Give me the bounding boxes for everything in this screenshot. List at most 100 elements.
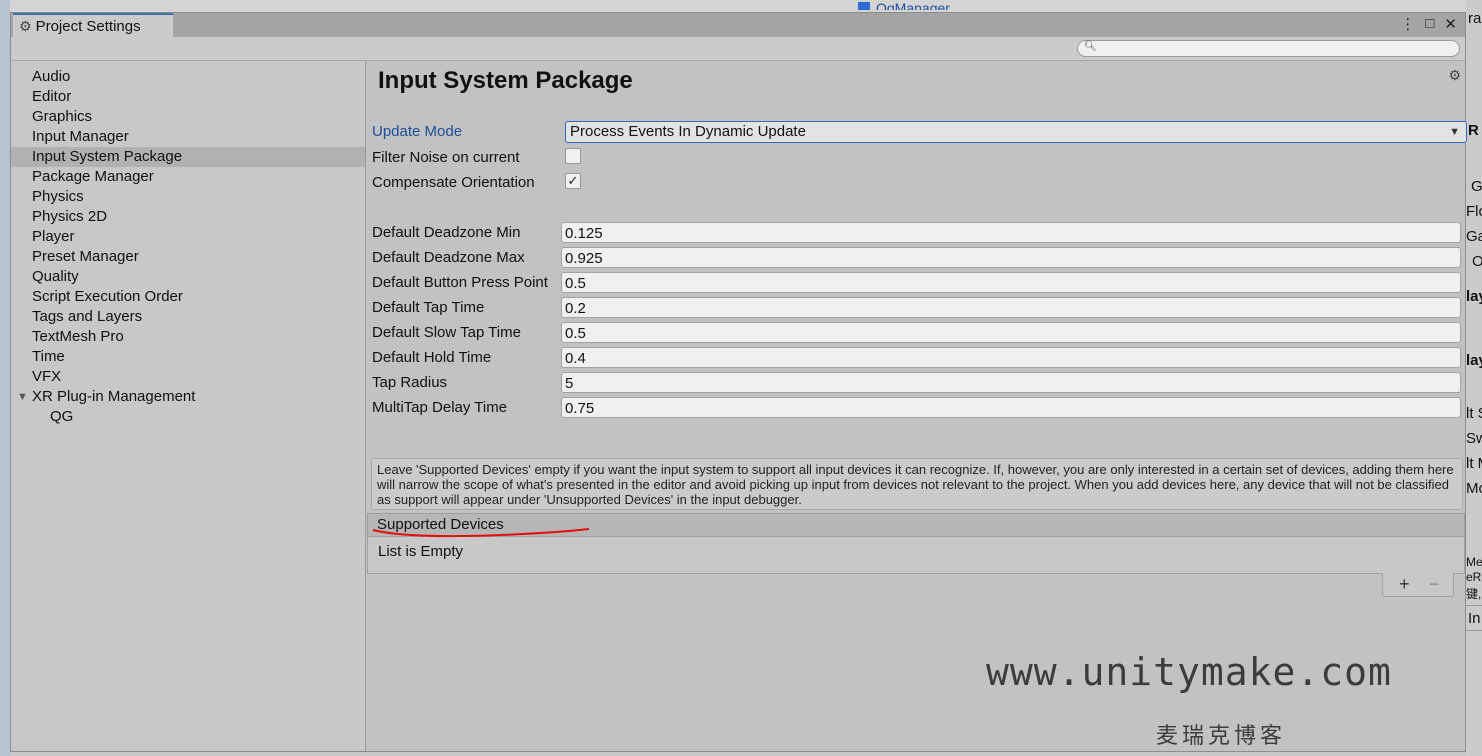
sidebar-item-label: Package Manager <box>32 168 154 185</box>
sidebar-item-script-execution-order[interactable]: Script Execution Order <box>11 287 365 307</box>
update-mode-row: Update Mode Process Events In Dynamic Up… <box>371 121 1461 143</box>
multitap-delay-row: MultiTap Delay Time 0.75 <box>371 397 1461 419</box>
compensate-orientation-label: Compensate Orientation <box>372 174 560 191</box>
more-menu-icon[interactable]: ⋮ <box>1400 15 1415 33</box>
page-title: Input System Package <box>378 67 633 95</box>
expand-triangle-icon[interactable]: ▼ <box>17 387 28 407</box>
sidebar-item-label: Player <box>32 228 75 245</box>
sidebar-item-editor[interactable]: Editor <box>11 87 365 107</box>
red-annotation-underline <box>371 527 595 541</box>
background-hierarchy: QgManager <box>820 0 1100 10</box>
compensate-orientation-row: Compensate Orientation ✓ <box>371 172 1461 194</box>
filter-noise-row: Filter Noise on current <box>371 147 1461 169</box>
toolbar: 🔍︎ <box>11 37 1465 61</box>
sidebar-item-tags-and-layers[interactable]: Tags and Layers <box>11 307 365 327</box>
sidebar-item-qg[interactable]: QG <box>11 407 365 427</box>
button-press-point-row: Default Button Press Point 0.5 <box>371 272 1461 294</box>
maximize-icon[interactable]: □ <box>1425 15 1434 33</box>
tap-time-field[interactable]: 0.2 <box>561 297 1461 318</box>
inspector-fragment: 键, <box>1466 585 1481 602</box>
sidebar-item-physics-2d[interactable]: Physics 2D <box>11 207 365 227</box>
hold-time-field[interactable]: 0.4 <box>561 347 1461 368</box>
inspector-fragment: lay <box>1466 288 1482 305</box>
update-mode-value: Process Events In Dynamic Update <box>570 123 806 140</box>
tap-radius-row: Tap Radius 5 <box>371 372 1461 394</box>
deadzone-max-field[interactable]: 0.925 <box>561 247 1461 268</box>
background-inspector: ran R I G Flo Ga O lay lay lt S Sw lt M … <box>1466 0 1482 756</box>
sidebar-item-quality[interactable]: Quality <box>11 267 365 287</box>
inspector-fragment: lt M <box>1466 455 1482 472</box>
compensate-orientation-checkbox[interactable]: ✓ <box>565 173 581 189</box>
inspector-fragment: Mo <box>1466 480 1482 497</box>
inspector-fragment: G <box>1471 178 1482 195</box>
inspector-fragment: lay <box>1466 352 1482 369</box>
sidebar-item-package-manager[interactable]: Package Manager <box>11 167 365 187</box>
sidebar-item-preset-manager[interactable]: Preset Manager <box>11 247 365 267</box>
inspector-fragment: eRe <box>1466 570 1482 584</box>
sidebar-item-label: Audio <box>32 68 70 85</box>
slow-tap-time-row: Default Slow Tap Time 0.5 <box>371 322 1461 344</box>
multitap-delay-label: MultiTap Delay Time <box>372 399 560 416</box>
dropdown-arrow-icon: ▼ <box>1449 123 1460 141</box>
sidebar-item-textmesh-pro[interactable]: TextMesh Pro <box>11 327 365 347</box>
inspector-fragment: In <box>1468 610 1481 627</box>
inspector-fragment: Ga <box>1466 228 1482 245</box>
search-input[interactable] <box>1096 42 1451 55</box>
sidebar-item-label: Time <box>32 348 65 365</box>
sidebar-item-input-manager[interactable]: Input Manager <box>11 127 365 147</box>
sidebar-item-label: Input System Package <box>32 148 182 165</box>
inspector-fragment: ran <box>1468 10 1482 27</box>
slow-tap-time-field[interactable]: 0.5 <box>561 322 1461 343</box>
search-box[interactable]: 🔍︎ <box>1077 40 1460 57</box>
hold-time-row: Default Hold Time 0.4 <box>371 347 1461 369</box>
tab-project-settings[interactable]: ⚙ Project Settings <box>13 13 173 37</box>
sidebar-item-label: Physics 2D <box>32 208 107 225</box>
slow-tap-time-label: Default Slow Tap Time <box>372 324 560 341</box>
supported-devices-help-box: Leave 'Supported Devices' empty if you w… <box>371 458 1463 510</box>
tap-time-row: Default Tap Time 0.2 <box>371 297 1461 319</box>
sidebar-item-xr-plugin-management[interactable]: ▼XR Plug-in Management <box>11 387 365 407</box>
settings-gear-icon[interactable]: ⚙ <box>1448 67 1461 84</box>
background-editor-top <box>0 0 1482 12</box>
update-mode-dropdown[interactable]: Process Events In Dynamic Update ▼ <box>565 121 1467 143</box>
sidebar-item-input-system-package[interactable]: Input System Package <box>11 147 365 167</box>
gear-icon: ⚙ <box>19 18 32 35</box>
hold-time-label: Default Hold Time <box>372 349 560 366</box>
list-footer: + − <box>1382 573 1454 597</box>
sidebar-item-time[interactable]: Time <box>11 347 365 367</box>
tap-radius-field[interactable]: 5 <box>561 372 1461 393</box>
sidebar-item-graphics[interactable]: Graphics <box>11 107 365 127</box>
search-icon: 🔍︎ <box>1084 41 1097 52</box>
remove-device-button[interactable]: − <box>1429 573 1440 595</box>
button-press-point-label: Default Button Press Point <box>372 274 560 291</box>
sidebar-item-label: Physics <box>32 188 84 205</box>
tab-title: Project Settings <box>36 18 141 35</box>
watermark-caption: 麦瑞克博客 <box>1156 718 1286 750</box>
tap-time-label: Default Tap Time <box>372 299 560 316</box>
settings-sidebar: Audio Editor Graphics Input Manager Inpu… <box>11 61 366 751</box>
checkmark-icon: ✓ <box>568 173 579 188</box>
deadzone-max-row: Default Deadzone Max 0.925 <box>371 247 1461 269</box>
button-press-point-field[interactable]: 0.5 <box>561 272 1461 293</box>
sidebar-item-label: QG <box>50 408 73 425</box>
add-device-button[interactable]: + <box>1399 573 1410 595</box>
filter-noise-checkbox[interactable] <box>565 148 581 164</box>
deadzone-max-label: Default Deadzone Max <box>372 249 560 266</box>
sidebar-item-label: VFX <box>32 368 61 385</box>
sidebar-item-physics[interactable]: Physics <box>11 187 365 207</box>
deadzone-min-field[interactable]: 0.125 <box>561 222 1461 243</box>
sidebar-item-label: Editor <box>32 88 71 105</box>
background-scene-strip <box>0 0 10 756</box>
sidebar-item-audio[interactable]: Audio <box>11 67 365 87</box>
multitap-delay-field[interactable]: 0.75 <box>561 397 1461 418</box>
inspector-fragment: lt S <box>1466 405 1482 422</box>
close-icon[interactable]: ✕ <box>1444 15 1457 33</box>
sidebar-item-label: XR Plug-in Management <box>32 388 195 405</box>
gameobject-icon <box>858 2 870 10</box>
sidebar-item-vfx[interactable]: VFX <box>11 367 365 387</box>
inspector-fragment: R I <box>1468 122 1482 139</box>
sidebar-item-player[interactable]: Player <box>11 227 365 247</box>
inspector-fragment: O <box>1472 253 1482 270</box>
filter-noise-label: Filter Noise on current <box>372 149 560 166</box>
inspector-fragment: Sw <box>1466 430 1482 447</box>
